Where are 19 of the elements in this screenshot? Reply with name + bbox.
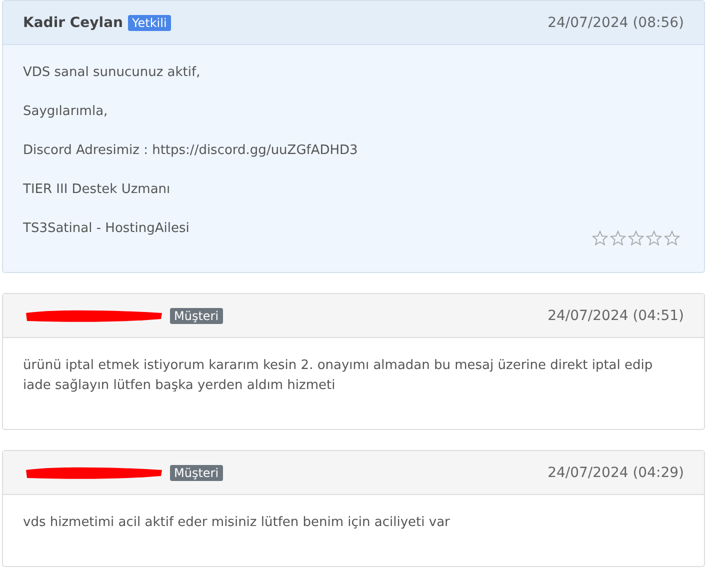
message-text: vds hizmetimi acil aktif eder misiniz lütfen benim için aciliyeti var	[23, 514, 450, 532]
rating-star-icon[interactable]	[628, 230, 644, 246]
message-date: 24/07/2024 (08:56)	[548, 14, 684, 30]
role-badge: Yetkili	[128, 14, 171, 30]
role-badge: Müşteri	[170, 308, 223, 324]
role-badge: Müşteri	[170, 464, 223, 480]
message-date: 24/07/2024 (04:29)	[548, 464, 684, 480]
message-text: Saygılarımla,	[23, 103, 108, 121]
rating-star-icon[interactable]	[592, 230, 608, 246]
rating-star-icon[interactable]	[646, 230, 662, 246]
rating-star-icon[interactable]	[610, 230, 626, 246]
message-text: TIER III Destek Uzmanı	[23, 181, 170, 199]
message-date: 24/07/2024 (04:51)	[548, 308, 684, 324]
rating-star-icon[interactable]	[664, 230, 680, 246]
message-text: VDS sanal sunucunuz aktif,	[23, 64, 200, 82]
message-text: Discord Adresimiz : https://discord.gg/uuZGfADHD3	[23, 142, 358, 160]
author-name: Kadir Ceylan	[23, 14, 124, 30]
message-text: ürünü iptal etmek istiyorum kararım kesin 2. onayımı almadan bu mesaj üzerine direkt iptal edip iade sağlayın lütfen başka yerden aldım hizmeti	[23, 357, 654, 395]
message-text: TS3Satinal - HostingAilesi	[23, 220, 190, 238]
